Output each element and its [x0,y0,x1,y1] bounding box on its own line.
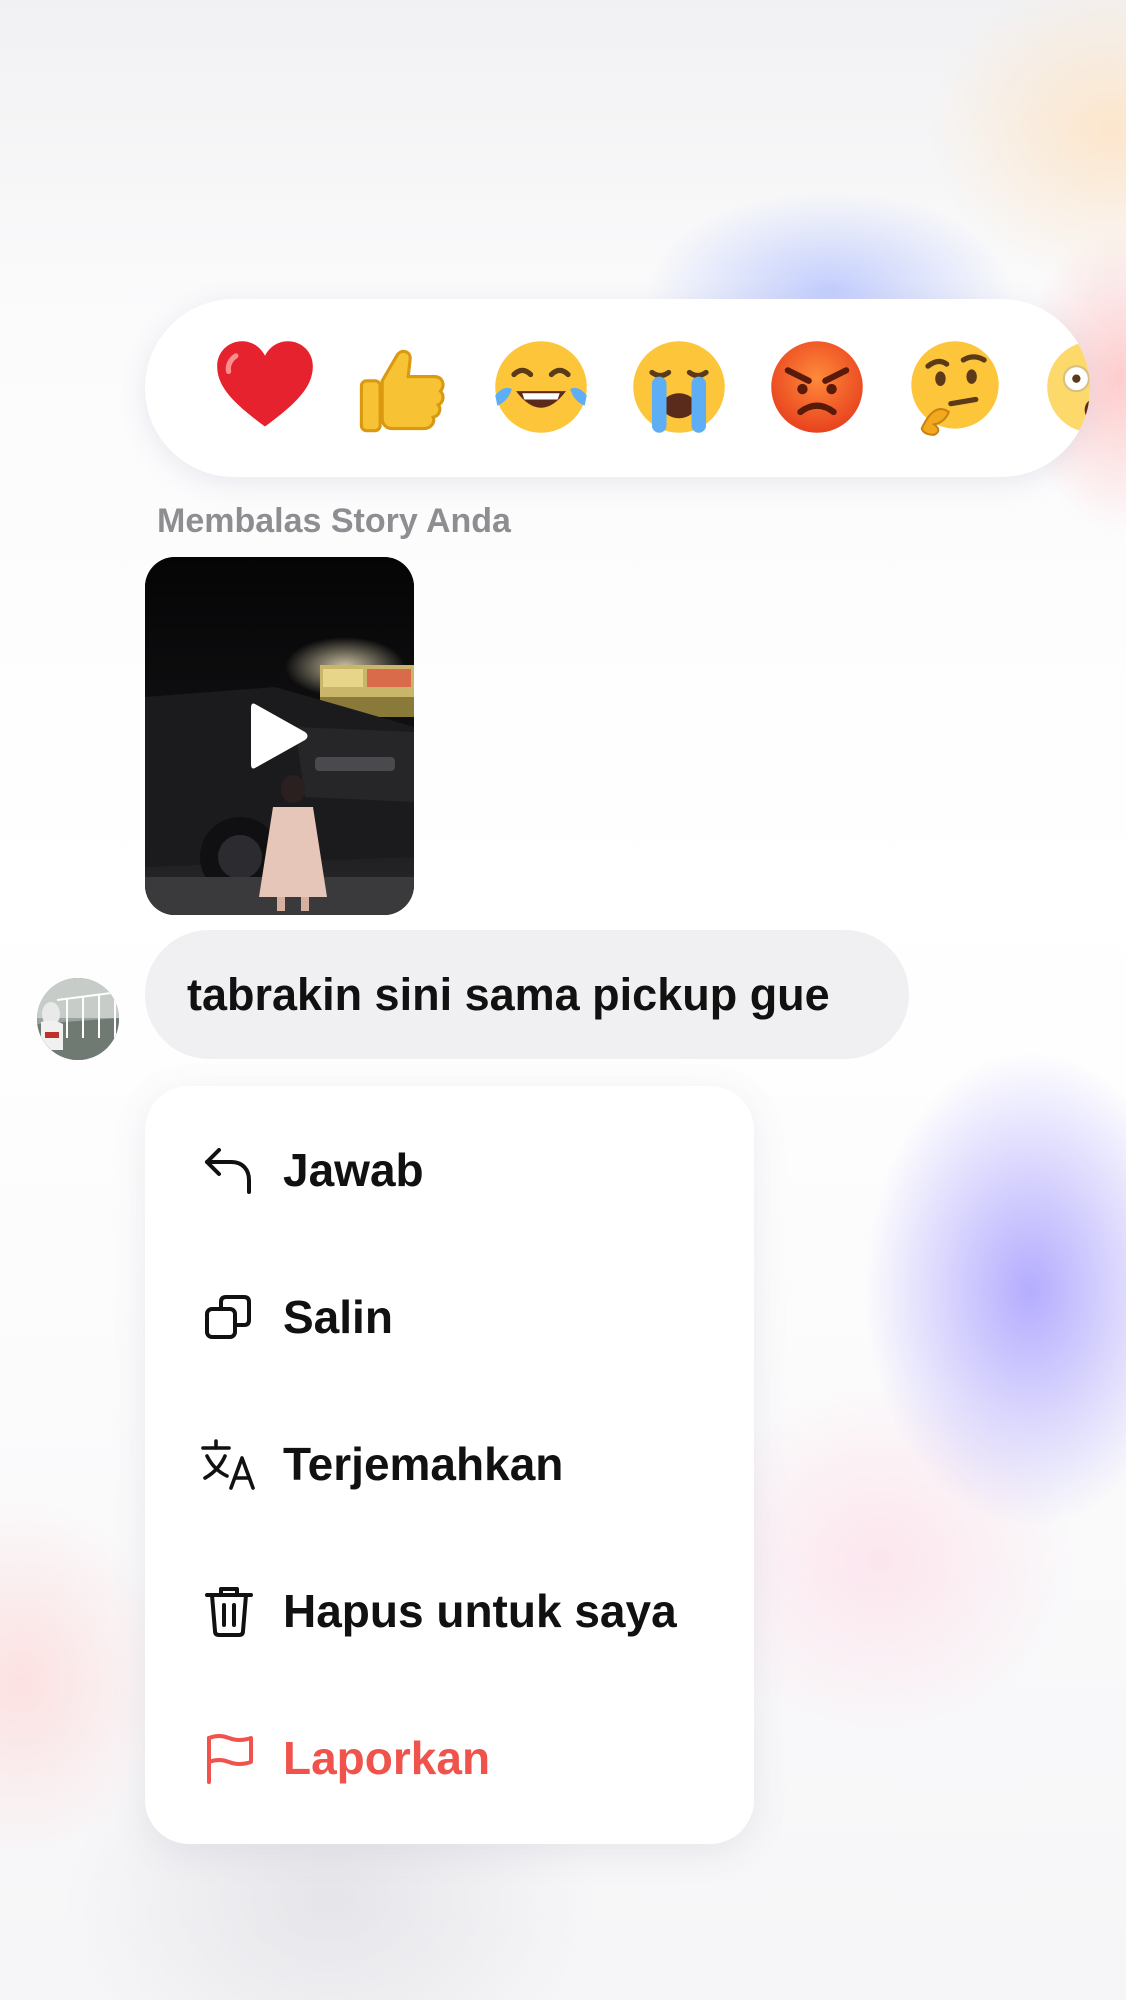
thumbs-up-emoji[interactable] [343,327,463,447]
menu-item-label: Terjemahkan [283,1438,564,1490]
menu-item-translate[interactable]: Terjemahkan [145,1404,754,1524]
angry-face-emoji[interactable] [757,327,877,447]
menu-item-delete[interactable]: Hapus untuk saya [145,1551,754,1671]
reaction-bar [145,299,1090,477]
message-context-menu: Jawab Salin Terjemahkan Hapus untuk saya… [145,1086,754,1844]
avatar[interactable] [37,978,119,1060]
story-reply-label: Membalas Story Anda [157,502,511,540]
flag-icon [199,1728,259,1788]
story-thumbnail[interactable] [145,557,414,915]
astonished-face-emoji[interactable] [1033,327,1090,447]
play-icon[interactable] [247,700,311,772]
message-bubble[interactable]: tabrakin sini sama pickup gue [145,930,909,1059]
menu-item-label: Salin [283,1291,393,1343]
menu-item-report[interactable]: Laporkan [145,1698,754,1818]
menu-item-label: Jawab [283,1144,424,1196]
loudly-crying-emoji[interactable] [619,327,739,447]
menu-item-reply[interactable]: Jawab [145,1110,754,1230]
menu-item-copy[interactable]: Salin [145,1257,754,1377]
reply-icon [199,1140,259,1200]
menu-item-label: Laporkan [283,1732,491,1784]
thinking-face-emoji[interactable] [895,327,1015,447]
heart-emoji[interactable] [205,327,325,447]
translate-icon [199,1434,259,1494]
trash-icon [199,1581,259,1641]
menu-item-label: Hapus untuk saya [283,1585,677,1637]
copy-icon [199,1287,259,1347]
message-text: tabrakin sini sama pickup gue [187,968,830,1020]
tears-of-joy-emoji[interactable] [481,327,601,447]
